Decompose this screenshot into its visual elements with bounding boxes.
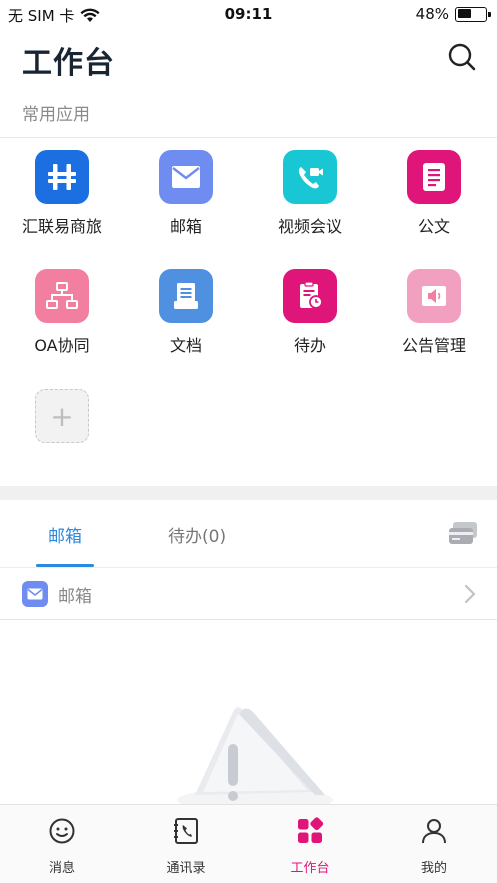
divider xyxy=(0,137,497,138)
app-huilianyi[interactable]: 汇联易商旅 xyxy=(0,150,124,237)
tabbar-item-messages[interactable]: 消息 xyxy=(0,805,124,883)
mail-row-label: 邮箱 xyxy=(58,587,92,607)
workbench-grid-icon xyxy=(298,817,324,843)
plus-icon: + xyxy=(35,389,89,443)
section-separator xyxy=(0,486,497,500)
bottom-tab-bar: 消息 通讯录 工作台 我的 xyxy=(0,804,497,883)
tabbar-item-workbench[interactable]: 工作台 xyxy=(248,805,372,883)
document-list-icon xyxy=(407,150,461,204)
tabbar-label: 消息 xyxy=(48,861,75,876)
video-call-icon xyxy=(283,150,337,204)
tabbar-item-contacts[interactable]: 通讯录 xyxy=(124,805,248,883)
app-label: OA协同 xyxy=(34,336,90,355)
app-label: 汇联易商旅 xyxy=(21,217,102,236)
tabbar-item-profile[interactable]: 我的 xyxy=(372,805,496,883)
app-documents[interactable]: 文档 xyxy=(124,269,248,356)
announcement-icon xyxy=(407,269,461,323)
mail-list-item[interactable]: 邮箱 xyxy=(0,568,497,620)
page-title: 工作台 xyxy=(22,46,115,81)
tabbar-label: 我的 xyxy=(420,861,447,876)
app-video-meeting[interactable]: 视频会议 xyxy=(248,150,372,237)
search-icon[interactable] xyxy=(447,42,477,72)
huilianyi-logo-icon xyxy=(35,150,89,204)
status-right: 48% xyxy=(415,5,491,23)
add-app-button[interactable]: + xyxy=(0,389,124,443)
app-label: 邮箱 xyxy=(169,217,202,236)
app-label: 公告管理 xyxy=(401,336,466,355)
app-label: 公文 xyxy=(417,217,450,236)
app-oa-collab[interactable]: OA协同 xyxy=(0,269,124,356)
mail-icon xyxy=(22,581,48,607)
person-icon xyxy=(422,819,446,844)
card-stack-icon[interactable] xyxy=(447,520,479,548)
page-header: 工作台 xyxy=(0,36,497,86)
tabbar-label: 通讯录 xyxy=(166,861,206,876)
file-stack-icon xyxy=(159,269,213,323)
org-chart-icon xyxy=(35,269,89,323)
warning-illustration xyxy=(177,707,333,805)
app-label: 视频会议 xyxy=(277,217,342,236)
status-bar: 无 SIM 卡 09:11 48% xyxy=(0,0,497,30)
section-label-common-apps: 常用应用 xyxy=(22,105,90,125)
battery-icon xyxy=(455,6,491,22)
tabbar-label: 工作台 xyxy=(290,861,330,876)
app-todo[interactable]: 待办 xyxy=(248,269,372,356)
content-tabs: 邮箱 待办(0) xyxy=(0,500,497,568)
chevron-right-icon xyxy=(464,584,476,604)
app-announcements[interactable]: 公告管理 xyxy=(372,269,496,356)
app-label: 文档 xyxy=(169,336,202,355)
battery-percent: 48% xyxy=(415,5,449,23)
todo-clock-icon xyxy=(283,269,337,323)
contacts-phone-icon xyxy=(174,818,198,844)
smiley-chat-icon xyxy=(49,818,75,844)
mail-icon xyxy=(159,150,213,204)
app-label: 待办 xyxy=(293,336,326,355)
tab-mail[interactable]: 邮箱 xyxy=(48,522,82,547)
app-official-docs[interactable]: 公文 xyxy=(372,150,496,237)
tab-todo[interactable]: 待办(0) xyxy=(168,522,226,547)
app-mail[interactable]: 邮箱 xyxy=(124,150,248,237)
